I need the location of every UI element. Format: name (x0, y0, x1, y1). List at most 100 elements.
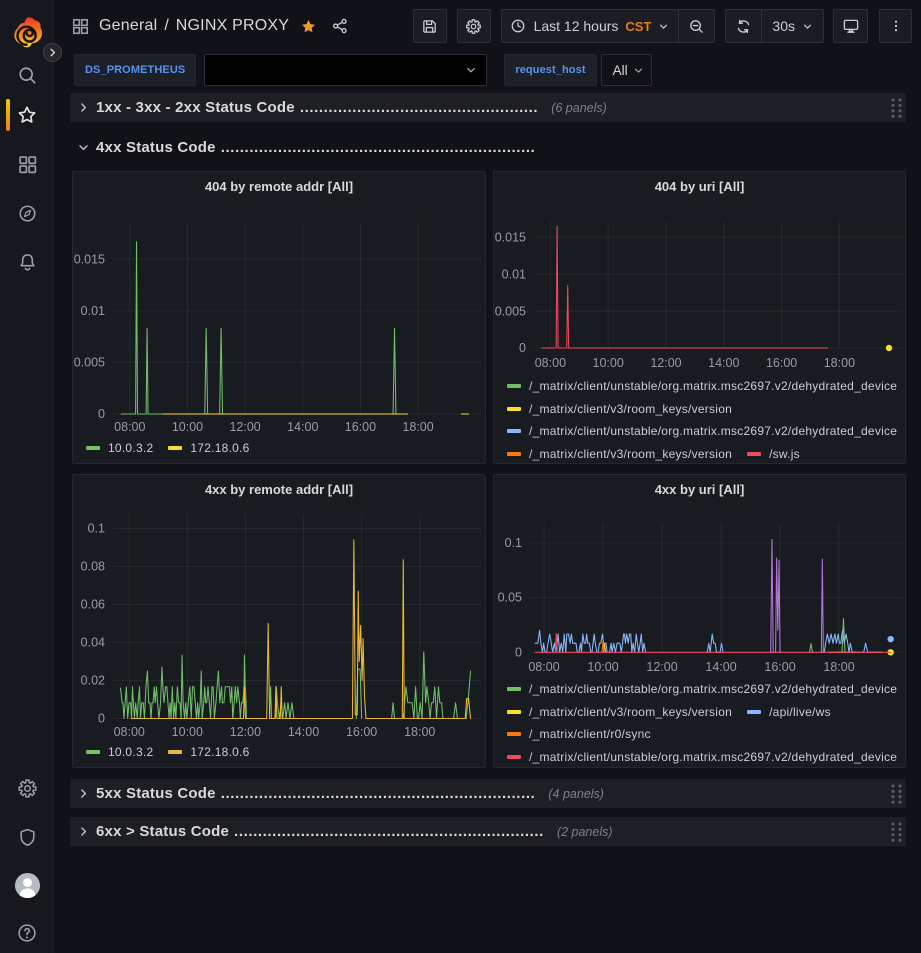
variable-value-request-host[interactable]: All (601, 54, 652, 86)
legend-item[interactable]: /_matrix/client/unstable/org.matrix.msc2… (507, 424, 897, 438)
svg-text:16:00: 16:00 (345, 420, 376, 434)
variable-label-request-host: request_host (504, 54, 596, 86)
legend-item[interactable]: /_matrix/client/unstable/org.matrix.msc2… (507, 750, 897, 764)
zoom-out-icon (688, 18, 705, 35)
legend-item[interactable]: /_matrix/client/v3/room_keys/version (507, 705, 732, 719)
favorite-star-icon[interactable] (300, 18, 317, 35)
legend-series-color (507, 755, 521, 759)
legend-series-name[interactable]: 10.0.3.2 (108, 441, 153, 455)
legend-item[interactable]: /_matrix/client/r0/sync (507, 727, 651, 741)
share-icon[interactable] (331, 17, 349, 35)
legend-series-name[interactable]: /_matrix/client/v3/room_keys/version (529, 402, 732, 416)
row-5xx[interactable]: 5xx Status Code ........................… (70, 779, 906, 808)
timeseries-chart[interactable]: 00.0050.010.01508:0010:0012:0014:0016:00… (73, 172, 486, 464)
legend-item[interactable]: /_matrix/client/v3/room_keys/version (507, 402, 732, 416)
legend-item[interactable]: /_matrix/client/unstable/org.matrix.msc2… (507, 682, 897, 696)
refresh-interval-button[interactable]: 30s (762, 10, 823, 42)
legend-series-name[interactable]: /_matrix/client/unstable/org.matrix.msc2… (529, 424, 897, 438)
more-options-button[interactable] (879, 9, 912, 43)
row-title-dots: ........................................… (300, 99, 538, 116)
explore-compass-icon[interactable] (0, 202, 54, 224)
legend-series-name[interactable]: /_matrix/client/unstable/org.matrix.msc2… (529, 682, 897, 696)
variable-label-ds-prometheus: DS_PROMETHEUS (74, 54, 196, 86)
row-drag-handle[interactable] (891, 98, 902, 123)
legend-series-name[interactable]: 10.0.3.2 (108, 745, 153, 759)
cycle-view-mode-button[interactable] (833, 9, 868, 43)
row-title-dots: ........................................… (234, 823, 544, 840)
page-title[interactable]: NGINX PROXY (176, 17, 289, 35)
svg-text:0: 0 (519, 341, 526, 355)
panel-legend: /_matrix/client/unstable/org.matrix.msc2… (507, 678, 903, 768)
legend-item[interactable]: /api/live/ws (747, 705, 831, 719)
legend-series-name[interactable]: /_matrix/client/v3/room_keys/version (529, 447, 732, 461)
sidebar (0, 0, 54, 953)
help-icon[interactable] (0, 922, 54, 944)
svg-text:10:00: 10:00 (593, 356, 624, 370)
starred-dashboards-icon[interactable] (0, 104, 54, 126)
svg-text:0.005: 0.005 (74, 356, 105, 370)
svg-text:0.08: 0.08 (81, 560, 105, 574)
svg-text:0.02: 0.02 (81, 674, 105, 688)
legend-series-name[interactable]: /_matrix/client/r0/sync (529, 727, 651, 741)
svg-text:08:00: 08:00 (114, 725, 145, 739)
legend-series-color (747, 452, 761, 456)
legend-series-name[interactable]: /_matrix/client/unstable/org.matrix.msc2… (529, 750, 897, 764)
server-admin-shield-icon[interactable] (0, 826, 54, 848)
legend-item[interactable]: 172.18.0.6 (168, 441, 249, 455)
settings-gear-icon[interactable] (0, 777, 54, 799)
zoom-out-button[interactable] (679, 10, 714, 42)
svg-text:08:00: 08:00 (114, 420, 145, 434)
row-1xx-3xx-2xx[interactable]: 1xx - 3xx - 2xx Status Code ............… (70, 93, 906, 122)
alerting-bell-icon[interactable] (0, 251, 54, 273)
breadcrumb-section[interactable]: General (99, 17, 157, 35)
legend-series-color (168, 446, 182, 450)
svg-text:0: 0 (98, 407, 105, 421)
refresh-picker: 30s (725, 9, 824, 43)
svg-text:0.015: 0.015 (495, 230, 526, 244)
timeseries-chart[interactable]: 00.020.040.060.080.108:0010:0012:0014:00… (73, 475, 486, 768)
kebab-menu-icon (888, 18, 904, 34)
svg-text:0.01: 0.01 (502, 267, 526, 281)
legend-row: /_matrix/client/unstable/org.matrix.msc2… (507, 420, 903, 443)
legend-item[interactable]: /_matrix/client/v3/room_keys/version (507, 447, 732, 461)
legend-series-color (86, 750, 100, 754)
save-dashboard-button[interactable] (413, 9, 447, 43)
timezone-label: CST (625, 19, 651, 34)
legend-item[interactable]: /_matrix/client/unstable/org.matrix.msc2… (507, 379, 897, 393)
legend-series-name[interactable]: 172.18.0.6 (190, 441, 249, 455)
legend-series-name[interactable]: /_matrix/client/v3/room_keys/version (529, 705, 732, 719)
time-range-button[interactable]: Last 12 hours CST (502, 10, 679, 42)
panel-legend: 10.0.3.2 172.18.0.6 (86, 437, 483, 460)
row-6xx[interactable]: 6xx > Status Code ......................… (70, 817, 906, 846)
svg-text:14:00: 14:00 (708, 356, 739, 370)
legend-series-name[interactable]: /sw.js (769, 447, 800, 461)
variable-value-ds-prometheus[interactable] (204, 54, 487, 86)
svg-text:0: 0 (515, 646, 522, 660)
dashboard-settings-button[interactable] (457, 9, 491, 43)
refresh-button[interactable] (726, 10, 761, 42)
row-panel-count: (4 panels) (548, 787, 604, 801)
legend-item[interactable]: 172.18.0.6 (168, 745, 249, 759)
row-drag-handle[interactable] (891, 784, 902, 809)
svg-text:18:00: 18:00 (824, 356, 855, 370)
row-4xx[interactable]: 4xx Status Code ........................… (70, 133, 906, 162)
legend-item[interactable]: 10.0.3.2 (86, 745, 153, 759)
chevron-down-icon (632, 64, 645, 77)
chevron-right-icon (77, 101, 90, 114)
svg-text:0.04: 0.04 (81, 636, 105, 650)
legend-item[interactable]: /sw.js (747, 447, 800, 461)
legend-series-color (507, 452, 521, 456)
search-icon[interactable] (0, 64, 54, 86)
row-drag-handle[interactable] (891, 822, 902, 847)
dashboards-grid-icon[interactable] (0, 153, 54, 175)
legend-series-color (86, 446, 100, 450)
svg-text:16:00: 16:00 (766, 356, 797, 370)
legend-series-name[interactable]: /api/live/ws (769, 705, 831, 719)
panel-legend: 10.0.3.2 172.18.0.6 (86, 741, 483, 764)
legend-item[interactable]: 10.0.3.2 (86, 441, 153, 455)
panel-404-by-uri: 404 by uri [All] 00.0050.010.01508:0010:… (493, 171, 906, 464)
expand-sidebar-button[interactable] (43, 43, 62, 62)
legend-series-name[interactable]: /_matrix/client/unstable/org.matrix.msc2… (529, 379, 897, 393)
user-avatar[interactable] (0, 872, 54, 899)
legend-series-name[interactable]: 172.18.0.6 (190, 745, 249, 759)
